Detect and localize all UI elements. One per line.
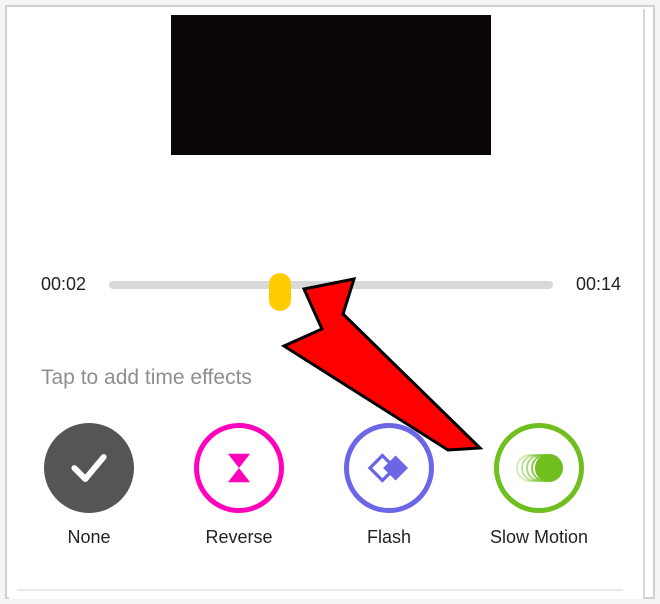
video-preview[interactable] [171, 15, 491, 155]
effect-slow-motion-button[interactable] [494, 423, 584, 513]
effect-slow-motion-label: Slow Motion [490, 527, 588, 548]
effect-flash-button[interactable] [344, 423, 434, 513]
effect-none-label: None [67, 527, 110, 548]
time-effects-row: None Reverse Flash [39, 423, 589, 548]
hourglass-icon [220, 449, 258, 487]
effect-slow-motion: Slow Motion [489, 423, 589, 548]
effect-reverse-button[interactable] [194, 423, 284, 513]
effect-flash-label: Flash [367, 527, 411, 548]
timeline: 00:02 00:14 [41, 274, 621, 298]
effect-reverse: Reverse [189, 423, 289, 548]
bottom-divider [17, 589, 623, 591]
timeline-track[interactable] [109, 281, 553, 289]
timeline-start-label: 00:02 [41, 274, 86, 295]
diamond-overlap-icon [367, 446, 411, 490]
effect-reverse-label: Reverse [205, 527, 272, 548]
timeline-handle[interactable] [269, 273, 291, 311]
effect-none: None [39, 423, 139, 548]
screenshot-frame: 00:02 00:14 Tap to add time effects None [5, 5, 655, 599]
effect-flash: Flash [339, 423, 439, 548]
effect-none-button[interactable] [44, 423, 134, 513]
app-viewport: 00:02 00:14 Tap to add time effects None [9, 9, 645, 599]
timeline-end-label: 00:14 [576, 274, 621, 295]
check-icon [67, 446, 111, 490]
motion-circles-icon [514, 443, 564, 493]
hint-text: Tap to add time effects [41, 366, 252, 390]
